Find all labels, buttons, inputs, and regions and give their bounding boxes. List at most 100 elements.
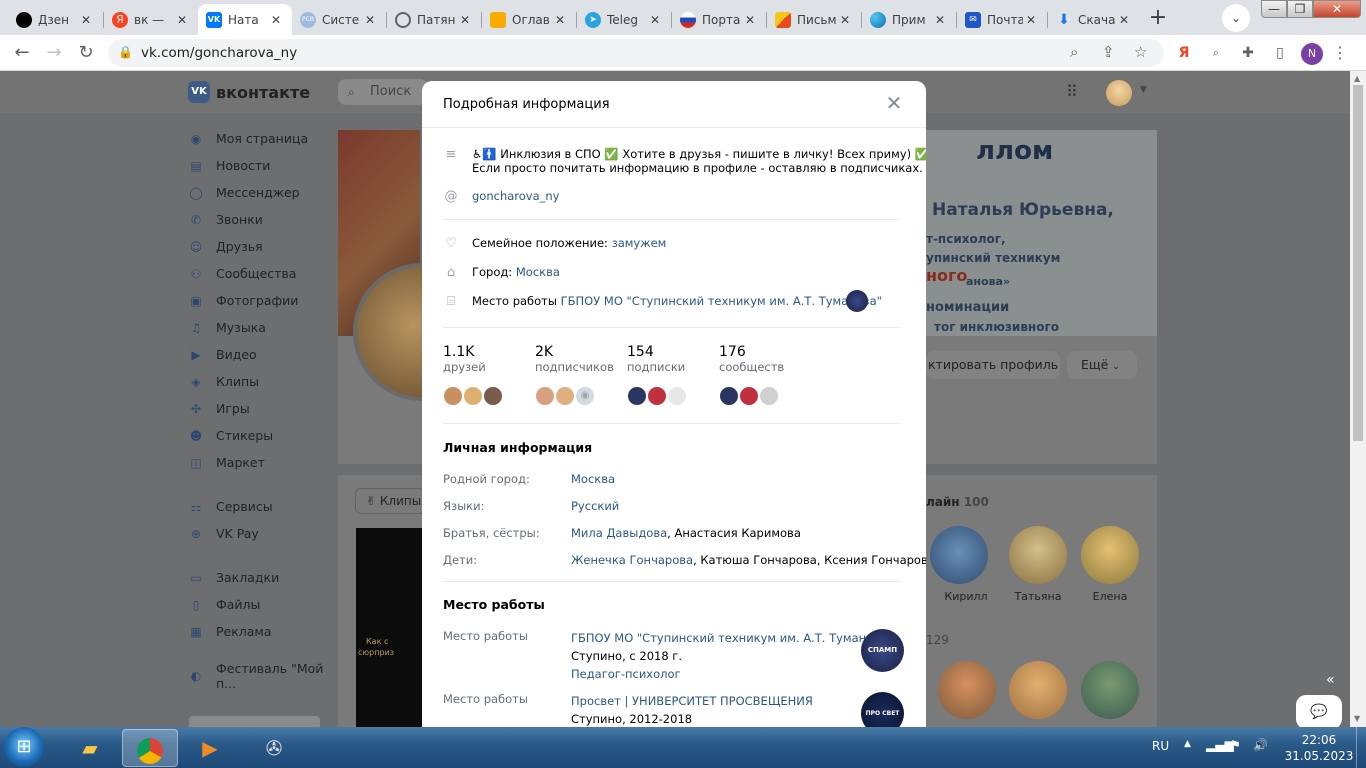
scroll-up-icon[interactable]: ▲	[1354, 74, 1360, 83]
menu-item-photos[interactable]: ▣ Фотографии	[188, 287, 338, 314]
browser-tab[interactable]: Дзен ✕	[8, 4, 102, 35]
close-tab-icon[interactable]: ✕	[457, 13, 473, 27]
menu-item-news[interactable]: ▤ Новости	[188, 152, 338, 179]
promo-card[interactable]	[189, 716, 320, 727]
back-button[interactable]: ←	[10, 41, 34, 65]
scrollbar-thumb[interactable]	[1353, 85, 1363, 441]
tray-arrow-icon[interactable]: ▲	[1184, 739, 1191, 749]
taskbar-explorer[interactable]: ▰	[62, 729, 118, 767]
menu-item-vkpay[interactable]: ⊕ VK Pay	[188, 520, 338, 547]
avatar[interactable]	[759, 386, 779, 406]
extensions-puzzle-icon[interactable]: ✚	[1238, 43, 1258, 63]
avatar[interactable]	[719, 386, 739, 406]
work-logo-icon[interactable]	[846, 290, 868, 312]
new-tab-button[interactable]: +	[1144, 5, 1172, 33]
close-tab-icon[interactable]: ✕	[552, 13, 568, 27]
friend-avatar[interactable]	[1009, 661, 1067, 719]
reload-button[interactable]: ↻	[74, 41, 98, 65]
taskbar-media-player[interactable]: ▶	[182, 729, 238, 767]
menu-item-games[interactable]: ✣ Игры	[188, 395, 338, 422]
stat-friends[interactable]: 1.1K друзей	[443, 344, 486, 374]
menu-item-clips[interactable]: ◈ Клипы	[188, 368, 338, 395]
close-tab-icon[interactable]: ✕	[1116, 13, 1132, 27]
menu-item-ads[interactable]: ▦ Реклама	[188, 618, 338, 645]
clock[interactable]: 22:06 31.05.2023	[1284, 732, 1354, 764]
menu-item-services[interactable]: ⚏ Сервисы	[188, 493, 338, 520]
avatar[interactable]	[647, 386, 667, 406]
close-tab-icon[interactable]: ✕	[268, 13, 284, 27]
more-button[interactable]: Ещё ⌄	[1067, 351, 1137, 379]
avatar[interactable]	[627, 386, 647, 406]
avatar[interactable]	[483, 386, 503, 406]
browser-tab[interactable]: Я вк — ✕	[104, 4, 198, 35]
menu-item-bookmarks[interactable]: ▭ Закладки	[188, 564, 338, 591]
flag-icon[interactable]: ⚑	[1230, 738, 1241, 752]
close-tab-icon[interactable]: ✕	[174, 13, 190, 27]
browser-tab[interactable]: ⬇ Скача ✕	[1048, 4, 1140, 35]
volume-icon[interactable]: 🔊	[1253, 738, 1268, 752]
tab-search-button[interactable]: ⌄	[1222, 4, 1250, 32]
browser-tab-active[interactable]: VK Ната ✕	[198, 4, 292, 35]
menu-item-music[interactable]: ♫ Музыка	[188, 314, 338, 341]
menu-item-friends[interactable]: ☺ Друзья	[188, 233, 338, 260]
close-tab-icon[interactable]: ✕	[932, 13, 948, 27]
yandex-extension-icon[interactable]: Я	[1174, 43, 1194, 63]
friend-avatar[interactable]	[1081, 526, 1139, 584]
menu-item-files[interactable]: ▯ Файлы	[188, 591, 338, 618]
zoom-icon[interactable]: ⌕	[1070, 43, 1078, 61]
friend-avatar[interactable]	[1081, 661, 1139, 719]
chat-button[interactable]: 💬	[1296, 695, 1342, 727]
close-tab-icon[interactable]: ✕	[837, 13, 853, 27]
vk-search-input[interactable]: ⌕ Поиск	[338, 79, 428, 105]
stat-communities[interactable]: 176 сообществ	[719, 344, 784, 374]
taskbar-chrome[interactable]	[122, 729, 178, 767]
marital-link[interactable]: замужем	[612, 236, 667, 250]
tab-clips[interactable]: ✌ Клипы	[355, 488, 425, 514]
camera-icon[interactable]: ◉	[575, 386, 595, 406]
stat-followers[interactable]: 2K подписчиков	[535, 344, 614, 374]
sidebar-icon[interactable]: ▯	[1270, 43, 1290, 63]
page-scrollbar[interactable]: ▲ ▼	[1350, 71, 1366, 727]
show-desktop-button[interactable]	[1356, 727, 1366, 768]
job-logo[interactable]: СПАМП	[861, 629, 904, 672]
language-indicator[interactable]: RU	[1152, 739, 1169, 753]
profile-avatar[interactable]: N	[1301, 43, 1323, 65]
browser-tab[interactable]: PCB Систе ✕	[292, 4, 386, 35]
bookmark-star-icon[interactable]: ☆	[1134, 43, 1147, 61]
chevron-down-icon[interactable]: ▼	[1140, 85, 1147, 95]
close-tab-icon[interactable]: ✕	[647, 13, 663, 27]
browser-tab[interactable]: Оглав ✕	[482, 4, 576, 35]
stat-subscriptions[interactable]: 154 подписки	[627, 344, 685, 374]
clip-preview[interactable]: Как с сюрприз	[356, 528, 422, 727]
menu-item-video[interactable]: ▶ Видео	[188, 341, 338, 368]
menu-item-calls[interactable]: ✆ Звонки	[188, 206, 338, 233]
maximize-button[interactable]: ❐	[1287, 0, 1313, 18]
vk-logo[interactable]: VK вконтакте	[188, 81, 310, 103]
browser-tab[interactable]: ➤ Teleg ✕	[577, 4, 671, 35]
avatar[interactable]	[1106, 80, 1132, 106]
menu-item-messenger[interactable]: ◯ Мессенджер	[188, 179, 338, 206]
scroll-down-icon[interactable]: ▼	[1354, 714, 1360, 723]
job-logo[interactable]: ПРО СВЕТ	[861, 692, 904, 727]
friend-avatar[interactable]	[938, 661, 996, 719]
browser-tab[interactable]: ✉ Почта ✕	[957, 4, 1047, 35]
close-tab-icon[interactable]: ✕	[1023, 13, 1039, 27]
avatar[interactable]	[667, 386, 687, 406]
start-button[interactable]: ⊞	[4, 727, 44, 767]
search-extension-icon[interactable]: ⌕	[1206, 43, 1226, 63]
friend-avatar[interactable]	[1009, 526, 1067, 584]
menu-item-market[interactable]: ◫ Маркет	[188, 449, 338, 476]
browser-tab[interactable]: Прим ✕	[862, 4, 956, 35]
avatar[interactable]	[739, 386, 759, 406]
close-tab-icon[interactable]: ✕	[742, 13, 758, 27]
taskbar-film[interactable]: ✇	[246, 729, 302, 767]
nickname-link[interactable]: goncharova_ny	[472, 189, 560, 203]
online-label[interactable]: лайн 100	[926, 495, 989, 509]
more-menu-icon[interactable]: ⋮	[1330, 43, 1350, 63]
avatar[interactable]	[463, 386, 483, 406]
apps-grid-icon[interactable]: ⠿	[1066, 82, 1078, 101]
browser-tab[interactable]: Письм ✕	[767, 4, 861, 35]
avatar[interactable]	[555, 386, 575, 406]
collapse-icon[interactable]: «	[1326, 672, 1335, 688]
friend-avatar[interactable]	[930, 526, 988, 584]
